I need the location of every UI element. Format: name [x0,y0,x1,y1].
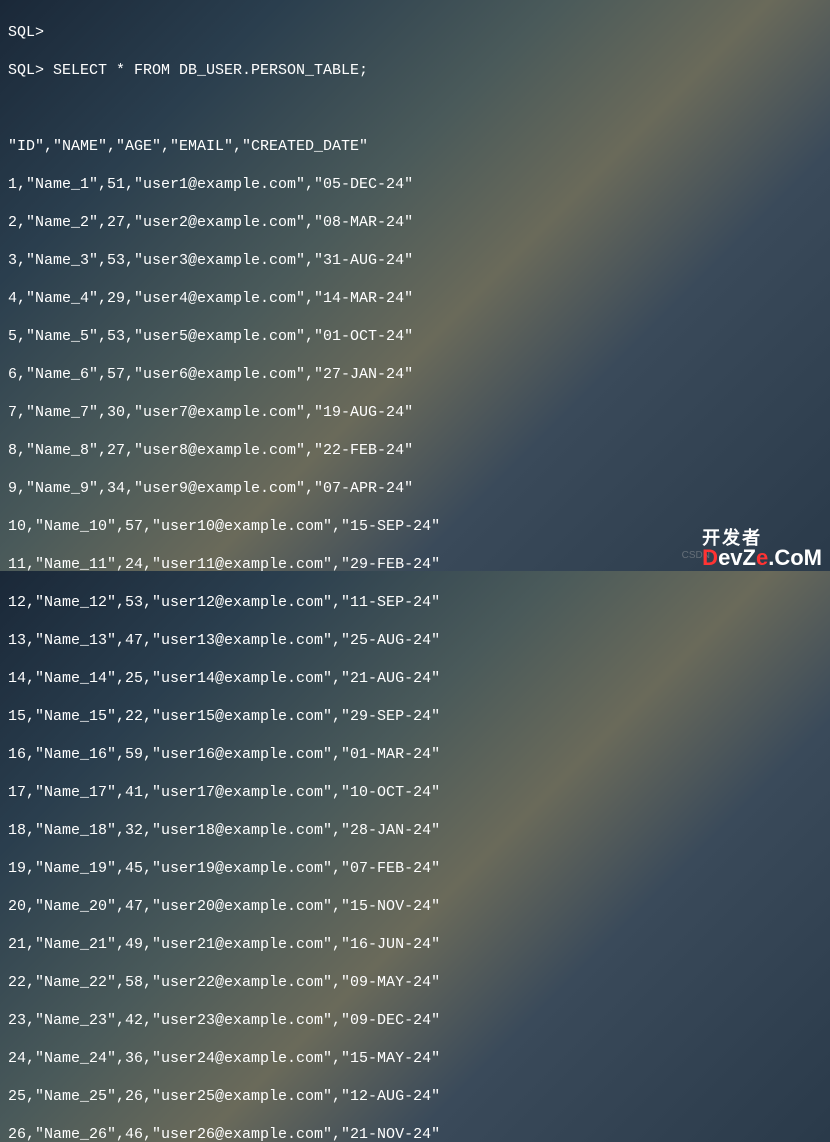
result-row: 12,"Name_12",53,"user12@example.com","11… [8,593,822,612]
result-row: 21,"Name_21",49,"user21@example.com","16… [8,935,822,954]
result-row: 24,"Name_24",36,"user24@example.com","15… [8,1049,822,1068]
result-row: 18,"Name_18",32,"user18@example.com","28… [8,821,822,840]
result-row: 26,"Name_26",46,"user26@example.com","21… [8,1125,822,1142]
result-row: 25,"Name_25",26,"user25@example.com","12… [8,1087,822,1106]
result-row: 3,"Name_3",53,"user3@example.com","31-AU… [8,251,822,270]
sql-prompt-empty: SQL> [8,23,822,42]
result-row: 15,"Name_15",22,"user15@example.com","29… [8,707,822,726]
result-row: 10,"Name_10",57,"user10@example.com","15… [8,517,822,536]
result-row: 1,"Name_1",51,"user1@example.com","05-DE… [8,175,822,194]
result-row: 4,"Name_4",29,"user4@example.com","14-MA… [8,289,822,308]
result-row: 16,"Name_16",59,"user16@example.com","01… [8,745,822,764]
result-row: 22,"Name_22",58,"user22@example.com","09… [8,973,822,992]
terminal-output: SQL> SQL> SELECT * FROM DB_USER.PERSON_T… [0,0,830,1142]
result-row: 19,"Name_19",45,"user19@example.com","07… [8,859,822,878]
result-row: 8,"Name_8",27,"user8@example.com","22-FE… [8,441,822,460]
devze-logo-text: DevZe.CoM [702,547,822,569]
devze-watermark: 开发者 DevZe.CoM [702,529,822,569]
result-row: 14,"Name_14",25,"user14@example.com","21… [8,669,822,688]
result-row: 2,"Name_2",27,"user2@example.com","08-MA… [8,213,822,232]
blank-line [8,99,822,118]
result-row: 6,"Name_6",57,"user6@example.com","27-JA… [8,365,822,384]
sql-query: SQL> SELECT * FROM DB_USER.PERSON_TABLE; [8,61,822,80]
result-header: "ID","NAME","AGE","EMAIL","CREATED_DATE" [8,137,822,156]
result-row: 5,"Name_5",53,"user5@example.com","01-OC… [8,327,822,346]
result-row: 9,"Name_9",34,"user9@example.com","07-AP… [8,479,822,498]
result-row: 13,"Name_13",47,"user13@example.com","25… [8,631,822,650]
result-row: 7,"Name_7",30,"user7@example.com","19-AU… [8,403,822,422]
result-row: 23,"Name_23",42,"user23@example.com","09… [8,1011,822,1030]
result-row: 20,"Name_20",47,"user20@example.com","15… [8,897,822,916]
result-row: 17,"Name_17",41,"user17@example.com","10… [8,783,822,802]
